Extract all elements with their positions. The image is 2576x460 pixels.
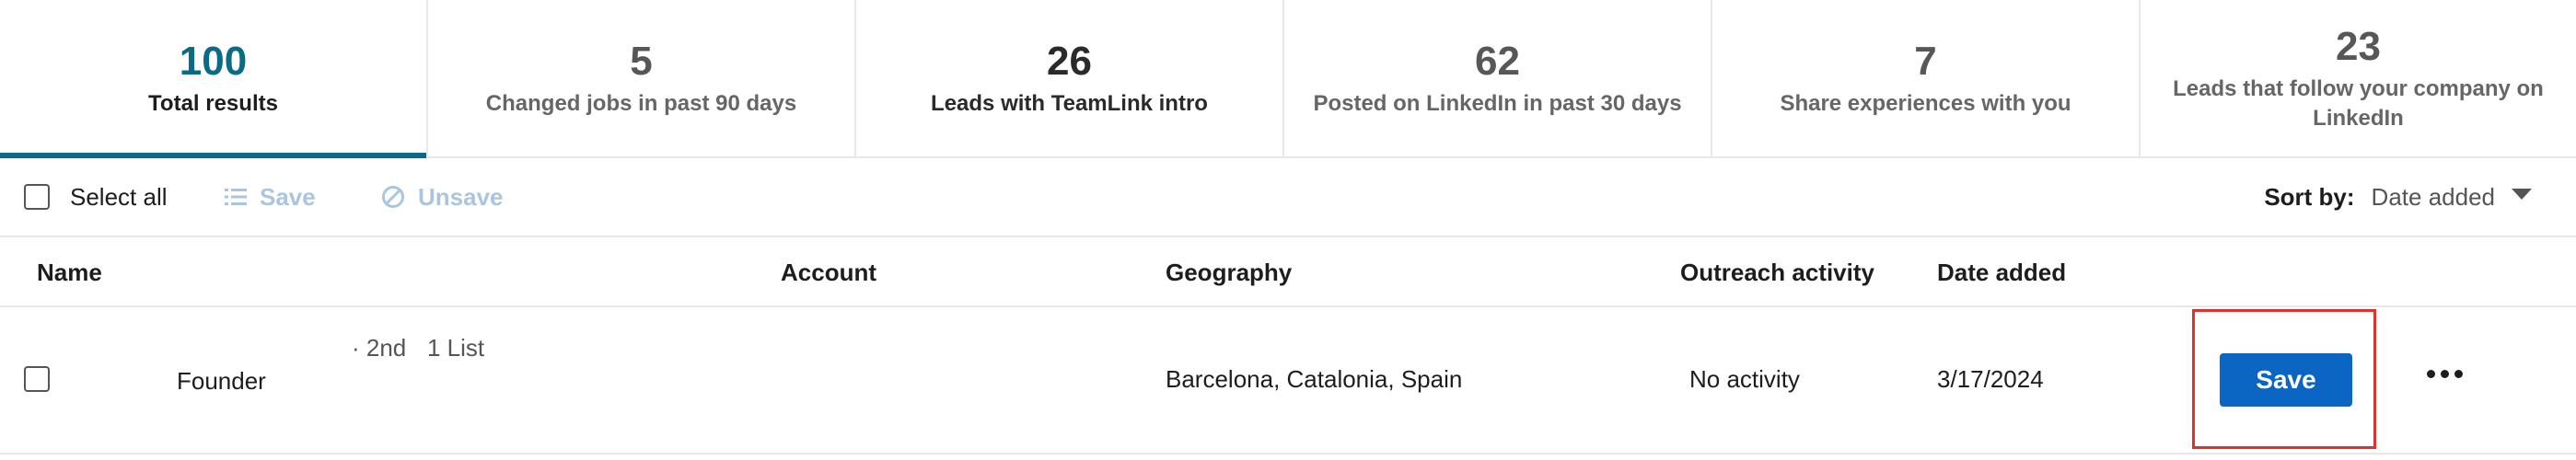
sort-label: Sort by: [2264, 183, 2355, 211]
column-header-outreach-activity: Outreach activity [1680, 259, 1874, 286]
tab-teamlink-intro[interactable]: 26 Leads with TeamLink intro [856, 0, 1284, 156]
tab-label: Total results [148, 91, 278, 116]
caret-down-icon [2512, 180, 2532, 213]
row-select-checkbox[interactable] [24, 366, 50, 392]
column-header-name: Name [37, 259, 102, 286]
tab-count: 23 [2336, 24, 2381, 69]
sort-dropdown[interactable]: Sort by: Date added [2264, 180, 2532, 213]
list-count-link[interactable]: 1 List [427, 331, 484, 364]
select-all-checkbox[interactable] [24, 184, 50, 210]
connection-degree: · 2nd [352, 334, 407, 362]
tab-count: 26 [1047, 39, 1092, 84]
tab-total-results[interactable]: 100 Total results [0, 0, 428, 158]
tab-count: 100 [179, 39, 248, 84]
lead-outreach-activity: No activity [1689, 365, 1800, 393]
ellipsis-icon[interactable] [2427, 364, 2467, 383]
lead-date-added: 3/17/2024 [1937, 365, 2044, 393]
bulk-save-label: Save [260, 183, 316, 211]
list-icon [225, 187, 247, 207]
column-header-account: Account [781, 259, 876, 286]
dot [2427, 369, 2435, 378]
tab-follow-company[interactable]: 23 Leads that follow your company on Lin… [2141, 0, 2576, 156]
tab-count: 7 [1914, 39, 1937, 84]
lead-title: Founder [177, 367, 266, 395]
tab-label: Share experiences with you [1780, 91, 2071, 116]
cancel-circle-icon [381, 185, 405, 209]
tab-share-experiences[interactable]: 7 Share experiences with you [1712, 0, 2141, 156]
bulk-unsave-label: Unsave [418, 183, 504, 211]
tab-count: 62 [1475, 39, 1520, 84]
tab-label: Leads with TeamLink intro [931, 91, 1208, 116]
column-header-date-added: Date added [1937, 259, 2067, 286]
tab-label: Leads that follow your company on Linked… [2173, 76, 2544, 131]
lead-geography: Barcelona, Catalonia, Spain [1166, 365, 1463, 393]
sort-selected-value: Date added [2371, 183, 2495, 211]
save-lead-button[interactable]: Save [2220, 353, 2352, 407]
tab-count: 5 [630, 39, 653, 84]
table-row: · 2nd 1 List Founder Barcelona, Cataloni… [0, 307, 2576, 454]
select-all-label[interactable]: Select all [70, 180, 168, 213]
bulk-unsave-button[interactable]: Unsave [381, 180, 504, 213]
bulk-action-bar: Select all Save Unsave Sort by: Date add… [0, 158, 2576, 237]
bulk-save-button[interactable]: Save [225, 180, 316, 213]
dot [2454, 369, 2463, 378]
tab-posted-on-linkedin[interactable]: 62 Posted on LinkedIn in past 30 days [1284, 0, 1712, 156]
tab-changed-jobs[interactable]: 5 Changed jobs in past 90 days [428, 0, 856, 156]
table-header: Name Account Geography Outreach activity… [0, 237, 2576, 307]
dot [2441, 369, 2449, 378]
lead-filter-tabs: 100 Total results 5 Changed jobs in past… [0, 0, 2576, 158]
tab-label: Changed jobs in past 90 days [485, 91, 797, 116]
tab-label: Posted on LinkedIn in past 30 days [1313, 91, 1682, 116]
column-header-geography: Geography [1166, 259, 1293, 286]
